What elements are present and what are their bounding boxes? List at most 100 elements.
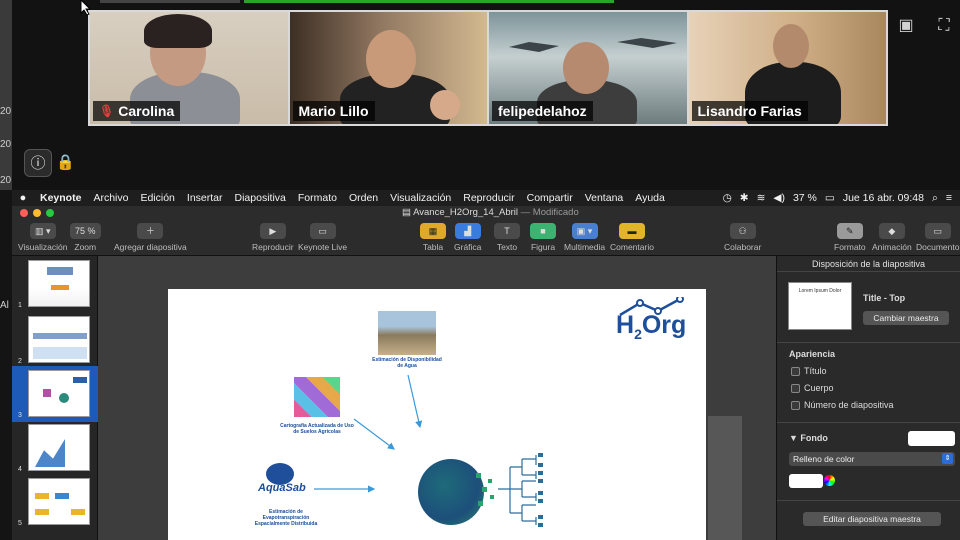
- menu-compartir[interactable]: Compartir: [521, 192, 579, 204]
- background-section[interactable]: ▼ Fondo: [789, 433, 828, 443]
- chart-icon[interactable]: ▟: [454, 223, 481, 239]
- table-icon[interactable]: ▦: [420, 223, 446, 239]
- slide-number-checkbox[interactable]: Número de diapositiva: [791, 400, 894, 410]
- menu-formato[interactable]: Formato: [292, 192, 343, 204]
- menu-ventana[interactable]: Ventana: [579, 192, 630, 204]
- current-slide[interactable]: H2Org Estimación de Disponibilidad de Ag…: [168, 289, 706, 540]
- control-center-icon[interactable]: ≡: [946, 192, 952, 204]
- checkbox-icon[interactable]: [791, 366, 800, 376]
- fill-color-swatch[interactable]: [789, 474, 823, 488]
- maximize-icon[interactable]: [46, 209, 54, 217]
- comment-button[interactable]: ▬ Comentario: [610, 223, 654, 252]
- format-brush-icon[interactable]: ✎: [836, 223, 863, 239]
- menu-insertar[interactable]: Insertar: [181, 192, 229, 204]
- shape-button[interactable]: ■ Figura: [530, 223, 556, 252]
- view-icon[interactable]: ▥ ▾: [29, 223, 56, 239]
- slide-thumbnail[interactable]: 2: [12, 312, 98, 368]
- close-icon[interactable]: [20, 209, 28, 217]
- mouse-cursor-icon: [80, 0, 92, 16]
- media-icon[interactable]: ▣ ▾: [571, 223, 598, 239]
- body-checkbox[interactable]: Cuerpo: [791, 383, 834, 393]
- menu-archivo[interactable]: Archivo: [87, 192, 134, 204]
- disclosure-triangle-icon[interactable]: ▼: [789, 433, 800, 443]
- slide-thumb-image: [28, 424, 90, 471]
- comment-icon[interactable]: ▬: [618, 223, 645, 239]
- fill-type-select[interactable]: Relleno de color ⇕: [789, 452, 955, 466]
- gallery-view-icon[interactable]: ▣: [894, 14, 918, 38]
- participant-tile[interactable]: 🎙 Carolina: [90, 12, 288, 124]
- play-icon[interactable]: ▶: [259, 223, 286, 239]
- text-icon[interactable]: T: [494, 223, 520, 239]
- color-wheel-icon[interactable]: [824, 475, 835, 486]
- zoom-control[interactable]: 75 % Zoom: [70, 223, 101, 252]
- encryption-lock-icon[interactable]: 🔒: [56, 153, 75, 173]
- participant-tile[interactable]: Mario Lillo: [289, 12, 487, 124]
- meeting-info-icon[interactable]: ⓘ: [24, 149, 52, 177]
- document-panel-icon[interactable]: ▭: [924, 223, 951, 239]
- landuse-map[interactable]: [294, 377, 340, 417]
- fullscreen-icon[interactable]: ⛶: [932, 14, 956, 38]
- checkbox-icon[interactable]: [791, 383, 800, 393]
- water-photo[interactable]: [378, 311, 436, 355]
- change-master-button[interactable]: Cambiar maestra: [863, 311, 949, 325]
- slide-number: 5: [18, 520, 22, 527]
- neural-graphic[interactable]: [418, 459, 484, 525]
- menu-reproducir[interactable]: Reproducir: [457, 192, 520, 204]
- volume-icon[interactable]: ◀): [773, 192, 785, 204]
- aquasab-logo[interactable]: AquaSab: [258, 482, 306, 494]
- edit-master-button[interactable]: Editar diapositiva maestra: [803, 512, 941, 526]
- participant-tile[interactable]: Lisandro Farias: [688, 12, 886, 124]
- clock[interactable]: Jue 16 abr. 09:48: [843, 192, 924, 204]
- view-control[interactable]: ▥ ▾ Visualización: [18, 223, 67, 252]
- slide-thumbnail-selected[interactable]: 3: [12, 366, 98, 422]
- water-label[interactable]: Estimación de Disponibilidad de Agua: [372, 357, 442, 369]
- slide-thumbnail[interactable]: 4: [12, 420, 98, 476]
- plus-icon[interactable]: ＋: [137, 223, 164, 239]
- aquasab-label[interactable]: Estimación de Evapotranspiración Espacia…: [246, 509, 326, 527]
- shape-icon[interactable]: ■: [530, 223, 556, 239]
- menu-app[interactable]: Keynote: [34, 192, 87, 204]
- participant-tile[interactable]: felipedelahoz: [489, 12, 687, 124]
- document-title: ▤ Avance_H2Org_14_Abril — Modificado: [402, 207, 579, 218]
- menu-orden[interactable]: Orden: [343, 192, 384, 204]
- side-text: 20: [0, 106, 12, 117]
- menu-diapositiva[interactable]: Diapositiva: [229, 192, 292, 204]
- zoom-select[interactable]: 75 %: [70, 223, 101, 239]
- divider: [777, 500, 960, 501]
- menu-edicion[interactable]: Edición: [134, 192, 180, 204]
- time-machine-icon[interactable]: ◷: [723, 192, 732, 204]
- menu-ayuda[interactable]: Ayuda: [629, 192, 671, 204]
- offcanvas-shape[interactable]: [708, 416, 742, 540]
- chart-button[interactable]: ▟ Gráfica: [454, 223, 481, 252]
- slide-thumbnail[interactable]: 1: [12, 256, 98, 312]
- master-thumbnail[interactable]: Lorem Ipsum Dolor: [788, 282, 852, 330]
- apple-menu-icon[interactable]: ●: [12, 192, 34, 204]
- minimize-icon[interactable]: [33, 209, 41, 217]
- wifi-icon[interactable]: ≋: [757, 192, 766, 204]
- background-color-well[interactable]: [908, 431, 955, 446]
- keynote-live-button[interactable]: ▭ Keynote Live: [298, 223, 347, 252]
- animate-icon[interactable]: ◆: [878, 223, 905, 239]
- slide-thumbnail[interactable]: 5: [12, 474, 98, 530]
- collaborate-icon[interactable]: ⚇: [729, 223, 756, 239]
- checkbox-icon[interactable]: [791, 400, 800, 410]
- landuse-label[interactable]: Cartografía Actualizada de Uso de Suelos…: [280, 423, 354, 435]
- media-button[interactable]: ▣ ▾ Multimedia: [564, 223, 605, 252]
- title-checkbox[interactable]: Título: [791, 366, 827, 376]
- animate-button[interactable]: ◆ Animación: [872, 223, 912, 252]
- participant-name: felipedelahoz: [492, 101, 593, 121]
- menu-visualizacion[interactable]: Visualización: [384, 192, 457, 204]
- format-button[interactable]: ✎ Formato: [834, 223, 866, 252]
- document-button[interactable]: ▭ Documento: [916, 223, 959, 252]
- live-icon[interactable]: ▭: [309, 223, 336, 239]
- text-button[interactable]: T Texto: [494, 223, 520, 252]
- battery-percent[interactable]: 37 %: [793, 192, 817, 204]
- bluetooth-icon[interactable]: ✱: [740, 192, 749, 204]
- spotlight-icon[interactable]: ⌕: [932, 192, 938, 205]
- h2org-logo[interactable]: H2Org: [616, 297, 686, 342]
- collaborate-button[interactable]: ⚇ Colaborar: [724, 223, 761, 252]
- slide-thumb-image: [28, 478, 90, 525]
- add-slide-button[interactable]: ＋ Agregar diapositiva: [114, 223, 187, 252]
- play-button[interactable]: ▶ Reproducir: [252, 223, 294, 252]
- table-button[interactable]: ▦ Tabla: [420, 223, 446, 252]
